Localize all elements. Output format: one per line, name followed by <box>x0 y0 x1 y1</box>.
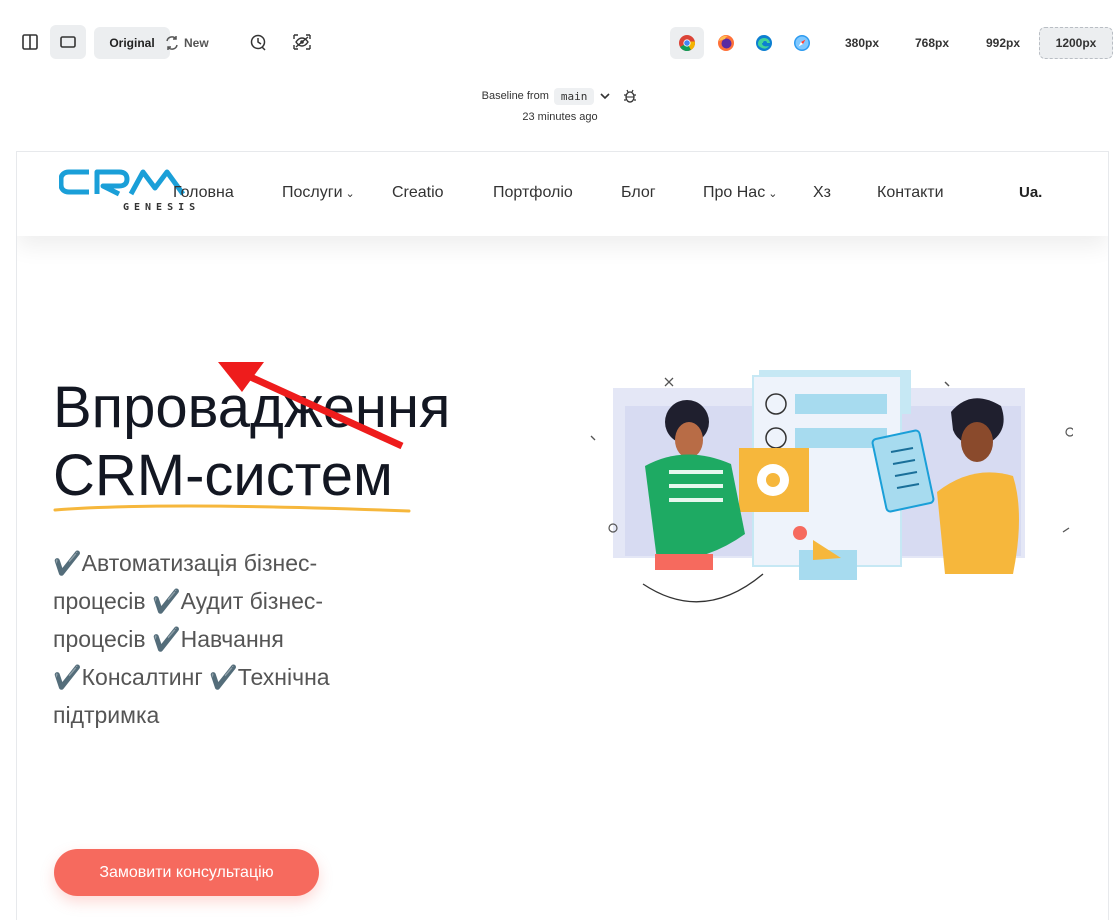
annotation-arrow <box>218 362 404 450</box>
baseline-label: Baseline from <box>481 90 549 102</box>
split-view-icon <box>22 34 38 50</box>
nav-item-creatio[interactable]: Creatio <box>392 184 444 202</box>
branch-name: main <box>553 87 595 105</box>
crm-logo-mark <box>58 169 186 197</box>
chrome-icon <box>679 35 696 51</box>
breakpoint-992-button[interactable]: 992px <box>972 27 1034 59</box>
nav-label: Портфоліо <box>493 184 573 201</box>
history-icon <box>250 34 266 51</box>
eye-off-icon <box>293 34 311 50</box>
nav-item-services[interactable]: Послуги ⌄ <box>282 184 355 202</box>
safari-browser-button[interactable] <box>785 27 819 59</box>
nav-item-blog[interactable]: Блог <box>621 184 656 202</box>
firefox-browser-button[interactable] <box>709 27 743 59</box>
nav-label: Creatio <box>392 184 444 201</box>
nav-label: Контакти <box>877 184 944 201</box>
site-preview: GENESIS Головна Послуги ⌄ Creatio Портфол… <box>16 151 1109 920</box>
bug-icon[interactable] <box>622 88 638 104</box>
original-new-toggle[interactable]: Original New <box>94 27 228 59</box>
baseline-time: 23 minutes ago <box>522 110 598 123</box>
hero-description: ✔️Автоматизація бізнес-процесів ✔️Аудит … <box>53 550 330 728</box>
nav-item-about[interactable]: Про Нас ⌄ <box>703 184 777 202</box>
nav-label: Хз <box>813 184 832 201</box>
breakpoint-1200-button[interactable]: 1200px <box>1039 27 1113 59</box>
language-switcher[interactable]: Ua. <box>1019 184 1042 201</box>
nav-label: Головна <box>173 184 234 201</box>
breakpoint-768-button[interactable]: 768px <box>902 27 962 59</box>
hide-diff-button[interactable] <box>286 26 318 58</box>
nav-label: Про Нас <box>703 184 766 201</box>
edge-browser-button[interactable] <box>747 27 781 59</box>
chrome-browser-button[interactable] <box>670 27 704 59</box>
edge-icon <box>756 35 772 51</box>
single-view-button[interactable] <box>50 25 86 59</box>
nav-label: Послуги <box>282 184 343 201</box>
baseline-info: Baseline from main 23 minutes ago <box>0 86 1120 123</box>
chevron-down-icon: ⌄ <box>768 188 778 200</box>
single-view-icon <box>60 36 76 48</box>
nav-item-home[interactable]: Головна <box>173 184 234 202</box>
hero-illustration <box>590 370 1073 603</box>
split-view-button[interactable] <box>12 25 48 59</box>
title-underline <box>53 504 411 513</box>
original-button[interactable]: Original <box>94 27 170 59</box>
new-button[interactable]: New <box>184 27 209 59</box>
nav-label: Блог <box>621 184 656 201</box>
order-consultation-button[interactable]: Замовити консультацію <box>54 849 319 896</box>
nav-item-misc[interactable]: Хз <box>813 184 831 202</box>
nav-item-contacts[interactable]: Контакти <box>877 184 944 202</box>
nav-item-portfolio[interactable]: Портфоліо <box>493 184 573 202</box>
swap-icon <box>166 36 178 50</box>
safari-icon <box>794 35 810 51</box>
chevron-down-icon: ⌄ <box>345 188 355 200</box>
chevron-down-icon[interactable] <box>599 90 611 102</box>
site-header: GENESIS Головна Послуги ⌄ Creatio Портфол… <box>17 152 1108 236</box>
history-button[interactable] <box>242 26 274 58</box>
firefox-icon <box>718 35 734 51</box>
breakpoint-380-button[interactable]: 380px <box>832 27 892 59</box>
logo-subtitle: GENESIS <box>123 202 201 213</box>
comparison-toolbar: Original New 380px 768px 992px 1200px <box>0 0 1120 86</box>
